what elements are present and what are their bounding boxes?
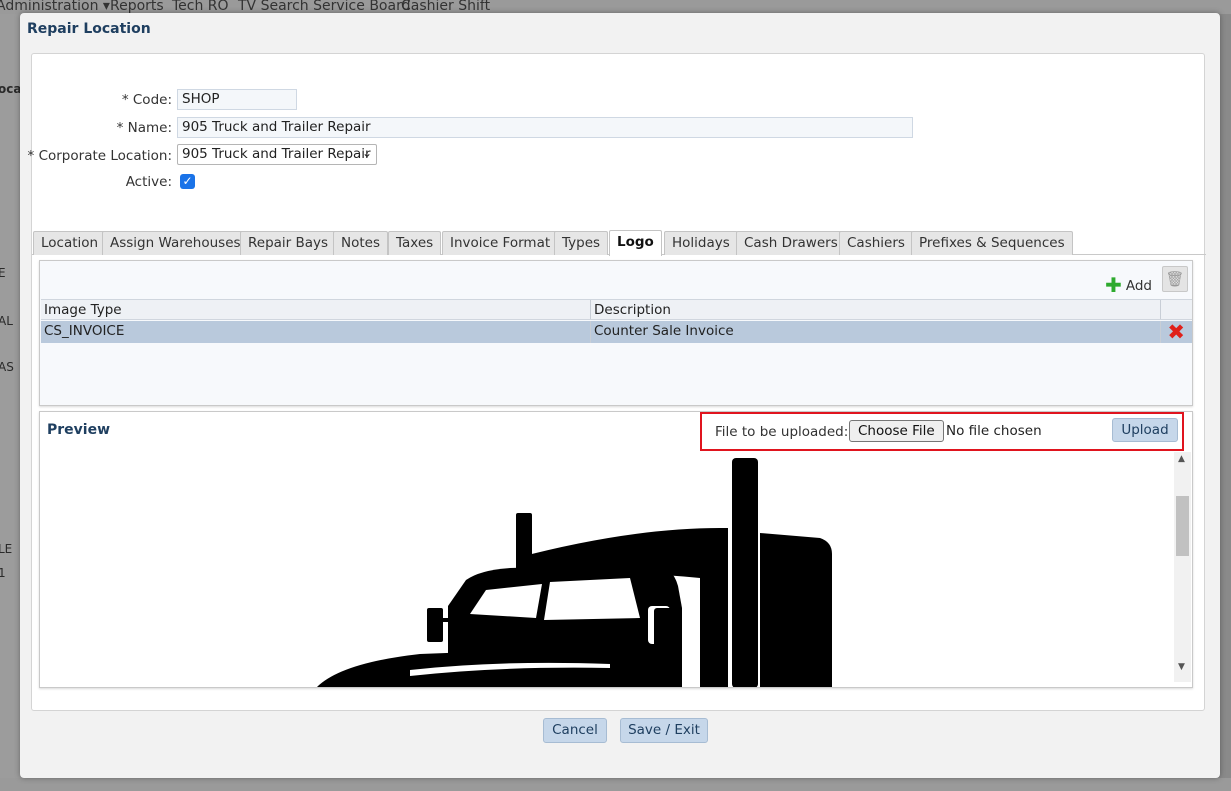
background-nav: Administration ▾ Reports Tech RO TV Sear… — [0, 0, 1231, 14]
tab-cashiers[interactable]: Cashiers — [839, 231, 913, 255]
preview-panel: Preview File to be uploaded: Choose File… — [39, 411, 1193, 688]
mirror-left — [427, 608, 443, 642]
table-row[interactable]: CS_INVOICE Counter Sale Invoice ✖ — [41, 320, 1192, 344]
name-input[interactable]: 905 Truck and Trailer Repair — [177, 117, 913, 138]
bg-fragment: E — [0, 266, 6, 280]
delete-x-icon[interactable]: ✖ — [1167, 320, 1185, 344]
upload-section: File to be uploaded: Choose File No file… — [700, 412, 1184, 451]
bg-fragment: ocat — [0, 82, 22, 96]
trash-icon: 🗑 — [1165, 270, 1185, 288]
tab-strip: Location Assign Warehouses Repair Bays N… — [32, 229, 1206, 256]
nav-tv-search: TV Search Service Board — [238, 0, 411, 14]
truck-logo-image — [317, 458, 832, 687]
column-actions — [1160, 300, 1192, 319]
upload-button[interactable]: Upload — [1112, 418, 1178, 442]
active-label: Active: — [125, 174, 172, 190]
tab-repair-bays[interactable]: Repair Bays — [240, 231, 337, 255]
tab-cash-drawers[interactable]: Cash Drawers — [736, 231, 846, 255]
save-exit-button[interactable]: Save / Exit — [620, 718, 708, 743]
upload-label: File to be uploaded: — [715, 424, 849, 440]
scroll-down-icon[interactable]: ▼ — [1178, 662, 1185, 672]
delete-button[interactable]: 🗑 — [1162, 266, 1188, 292]
bg-fragment: AL — [0, 314, 13, 328]
nav-tech-ro: Tech RO — [172, 0, 229, 14]
repair-location-dialog: Repair Location * Code: SHOP * Name: 905… — [20, 13, 1220, 778]
preview-scrollbar[interactable]: ▲ ▼ — [1174, 452, 1191, 682]
no-file-text: No file chosen — [946, 423, 1042, 439]
code-input[interactable]: SHOP — [177, 89, 297, 110]
logo-grid-panel: ✚ Add 🗑 Image Type Description CS_INVOICE… — [39, 260, 1193, 406]
cell-image-type: CS_INVOICE — [44, 323, 125, 339]
tab-holidays[interactable]: Holidays — [664, 231, 738, 255]
tab-assign-warehouses[interactable]: Assign Warehouses — [102, 231, 249, 255]
dialog-panel: * Code: SHOP * Name: 905 Truck and Trail… — [27, 53, 1206, 711]
choose-file-button[interactable]: Choose File — [849, 420, 944, 442]
nav-reports: Reports — [110, 0, 164, 14]
bg-fragment: 1 — [0, 566, 6, 580]
mirror-arm — [442, 618, 472, 622]
nav-cashier-shift: Cashier Shift — [401, 0, 491, 14]
caret-down-icon: ⌄ — [361, 146, 372, 160]
corporate-location-value: 905 Truck and Trailer Repair — [182, 146, 371, 162]
corporate-location-label: * Corporate Location: — [27, 148, 172, 164]
code-label: * Code: — [121, 92, 172, 108]
bg-fragment: AS — [0, 360, 14, 374]
tab-location[interactable]: Location — [33, 231, 107, 255]
preview-title: Preview — [47, 422, 111, 438]
scrollbar-thumb[interactable] — [1176, 496, 1189, 556]
plus-icon: ✚ — [1105, 273, 1122, 297]
dialog-title: Repair Location — [27, 21, 151, 37]
tab-taxes[interactable]: Taxes — [388, 231, 442, 255]
tab-invoice-format[interactable]: Invoice Format — [442, 231, 559, 255]
column-description[interactable]: Description — [590, 300, 1160, 319]
corporate-location-select[interactable]: 905 Truck and Trailer Repair ⌄ — [177, 144, 377, 165]
windshield-right — [544, 578, 640, 620]
tab-logo[interactable]: Logo — [609, 230, 662, 256]
active-checkbox[interactable]: ✓ — [180, 174, 195, 189]
add-button[interactable]: ✚ Add — [1105, 271, 1152, 297]
checkmark-icon: ✓ — [182, 174, 193, 188]
mirror-right — [654, 608, 676, 650]
add-label: Add — [1125, 278, 1152, 294]
bg-fragment: LE — [0, 542, 13, 556]
column-image-type[interactable]: Image Type — [41, 300, 590, 319]
sleeper — [760, 533, 832, 687]
cell-actions: ✖ — [1160, 320, 1192, 344]
exhaust-stack — [732, 458, 758, 687]
background-footer — [0, 778, 1231, 791]
scroll-up-icon[interactable]: ▲ — [1178, 454, 1185, 464]
nav-administration: Administration ▾ — [0, 0, 110, 14]
cancel-button[interactable]: Cancel — [543, 718, 607, 743]
cell-description: Counter Sale Invoice — [590, 321, 1160, 343]
tab-prefixes-sequences[interactable]: Prefixes & Sequences — [911, 231, 1073, 255]
tab-types[interactable]: Types — [554, 231, 609, 255]
name-label: * Name: — [116, 120, 172, 136]
grid-header: Image Type Description — [41, 299, 1192, 320]
background-side: ocat E AL AS LE 1 — [0, 14, 22, 791]
tab-notes[interactable]: Notes — [333, 231, 388, 255]
